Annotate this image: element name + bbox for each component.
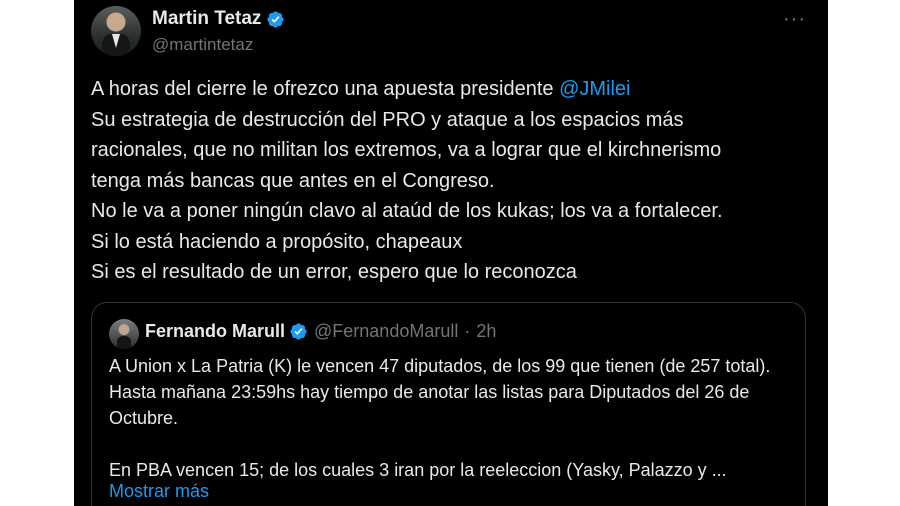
quoted-author-name: Fernando Marull bbox=[145, 321, 286, 341]
mention-link[interactable]: @JMilei bbox=[559, 78, 630, 100]
tweet-line: Si lo está haciendo a propósito, chapeau… bbox=[91, 230, 463, 253]
tweet-line: No le va a poner ningún clavo al ataúd d… bbox=[91, 200, 723, 222]
avatar-suit bbox=[117, 336, 131, 349]
verified-badge-icon bbox=[290, 323, 307, 340]
tweet-line: tenga más bancas que antes en el Congres… bbox=[91, 169, 495, 192]
quoted-tweet[interactable]: Fernando Marull @FernandoMarull · 2h A U… bbox=[91, 302, 806, 506]
author-avatar[interactable] bbox=[91, 6, 141, 56]
quoted-header: Fernando Marull @FernandoMarull · 2h bbox=[145, 321, 496, 342]
quoted-author-avatar bbox=[109, 319, 139, 349]
quoted-paragraph: En PBA vencen 15; de los cuales 3 iran p… bbox=[109, 460, 727, 480]
quoted-paragraph: A Union x La Patria (K) le vencen 47 dip… bbox=[109, 356, 771, 428]
separator-dot: · bbox=[464, 321, 471, 341]
tweet-line: Su estrategia de destrucción del PRO y a… bbox=[91, 108, 684, 131]
more-options-icon[interactable]: ··· bbox=[783, 8, 806, 31]
quoted-text: A Union x La Patria (K) le vencen 47 dip… bbox=[109, 353, 789, 483]
verified-badge-icon bbox=[267, 10, 285, 28]
author-name[interactable]: Martin Tetaz bbox=[152, 8, 261, 30]
quoted-time: 2h bbox=[476, 321, 497, 341]
tweet-line: Si es el resultado de un error, espero q… bbox=[91, 261, 577, 283]
tweet-text: A horas del cierre le ofrezco una apuest… bbox=[91, 74, 811, 288]
tweet-card: Martin Tetaz @martintetaz ··· A horas de… bbox=[74, 0, 828, 506]
quoted-author-handle: @FernandoMarull bbox=[314, 321, 459, 341]
author-name-row: Martin Tetaz bbox=[152, 8, 285, 30]
tweet-line: A horas del cierre le ofrezco una apuest… bbox=[91, 78, 560, 100]
author-handle[interactable]: @martintetaz bbox=[152, 35, 253, 55]
tweet-line: racionales, que no militan los extremos,… bbox=[91, 139, 722, 161]
show-more-link[interactable]: Mostrar más bbox=[109, 481, 209, 502]
